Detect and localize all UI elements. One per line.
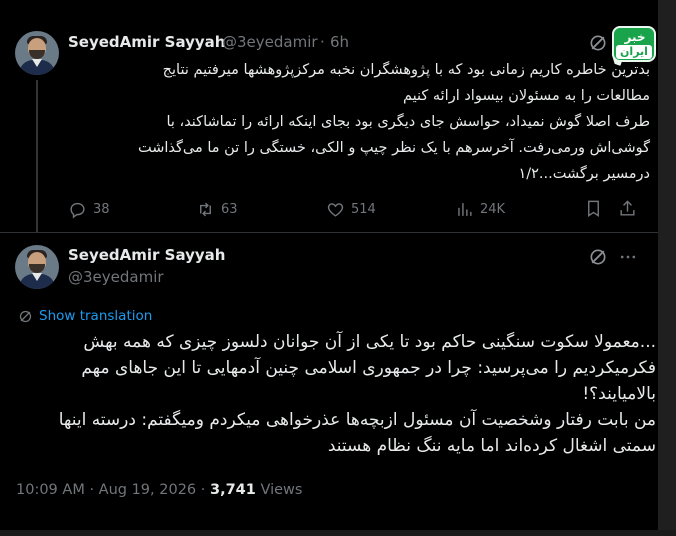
author-handle[interactable]: @3eyedamir xyxy=(222,33,318,51)
views-count: 24K xyxy=(480,201,506,217)
post-text-line: درمسیر برگشت...۱/۲ xyxy=(518,166,650,182)
thread-connector-line xyxy=(36,80,38,232)
show-translation-link[interactable]: Show translation xyxy=(18,308,152,324)
bookmark-icon[interactable] xyxy=(584,199,603,218)
more-icon[interactable] xyxy=(618,247,638,267)
post-text-line: طرف اصلا گوش نمیداد، حواسش جای دیگری بود… xyxy=(166,114,650,130)
post-text-line: من بابت رفتار وشخصیت آن مسئول ازبچه‌ها ع… xyxy=(58,410,656,430)
post-text-line: بالامیایند؟! xyxy=(582,384,656,404)
post-text-line: گوشی‌اش ورمی‌رفت. آخرسرهم با یک نظر چیپ … xyxy=(138,140,650,156)
post-timestamp-time[interactable]: 10:09 AM xyxy=(16,482,85,498)
post-text-line: ...معمولا سکوت سنگینی حاکم بود تا یکی از… xyxy=(83,332,656,352)
dot-separator: · xyxy=(200,482,206,498)
post-time[interactable]: 6h xyxy=(330,33,349,51)
author-name[interactable]: SeyedAmir Sayyah xyxy=(68,33,226,51)
share-icon[interactable] xyxy=(618,199,637,218)
logo-text-top: خبر xyxy=(624,30,646,44)
reply-count: 38 xyxy=(93,201,110,217)
repost-count: 63 xyxy=(221,201,238,217)
avatar[interactable] xyxy=(15,31,59,75)
translate-icon xyxy=(19,310,32,322)
show-translation-label: Show translation xyxy=(39,308,153,324)
avatar[interactable] xyxy=(15,245,59,289)
repost-icon xyxy=(200,202,211,216)
post-divider xyxy=(0,232,658,233)
post-text-line: بدترین خاطره کاریم زمانی بود که با پژوهش… xyxy=(162,62,650,78)
repost-button[interactable]: 63 xyxy=(196,199,238,219)
like-count: 514 xyxy=(351,201,376,217)
reply-button[interactable]: 38 xyxy=(68,199,110,219)
dot-separator: · xyxy=(320,33,325,51)
post-text-line: فکرمیکردیم را می‌پرسید: چرا در جمهوری اس… xyxy=(81,358,656,378)
grok-icon[interactable] xyxy=(588,247,608,267)
author-name[interactable]: SeyedAmir Sayyah xyxy=(68,246,226,264)
dot-separator: · xyxy=(89,482,95,498)
heart-icon xyxy=(327,202,344,217)
author-handle[interactable]: @3eyedamir xyxy=(68,268,164,286)
post-timestamp-date[interactable]: Aug 19, 2026 xyxy=(99,482,197,498)
right-edge-strip xyxy=(658,0,676,536)
post-text-line: سمتی اشغال کرده‌اند اما مایه ننگ نظام هس… xyxy=(327,436,656,456)
views-icon xyxy=(458,202,472,216)
views-label: Views xyxy=(260,482,303,498)
reply-icon xyxy=(70,202,85,218)
like-button[interactable]: 514 xyxy=(326,199,376,219)
post-meta: 10:09 AM · Aug 19, 2026 · 3,741 Views xyxy=(16,482,302,498)
grok-icon[interactable] xyxy=(588,33,608,53)
views-count: 3,741 xyxy=(209,482,256,498)
post-text-line: مطالعات را به مسئولان بیسواد ارائه کنیم xyxy=(402,88,650,104)
views-button[interactable]: 24K xyxy=(455,199,505,219)
bottom-edge-strip xyxy=(0,530,676,536)
